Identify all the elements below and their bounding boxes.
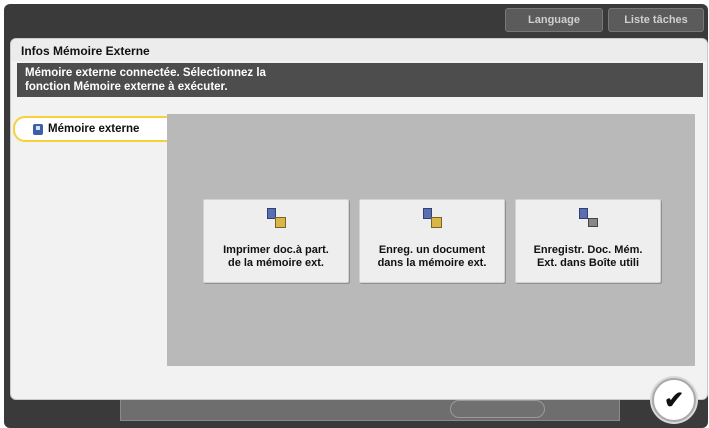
memory-icon — [33, 123, 43, 135]
ok-button[interactable]: ✔ — [652, 378, 696, 422]
external-memory-dialog: Infos Mémoire Externe Mémoire externe co… — [10, 38, 708, 400]
nav-item-external-memory[interactable]: Mémoire externe — [13, 116, 169, 142]
dialog-title: Infos Mémoire Externe — [11, 39, 707, 61]
background-button — [450, 400, 545, 418]
save-to-box-label: Enregistr. Doc. Mém. Ext. dans Boîte uti… — [533, 244, 643, 269]
message-bar: Mémoire externe connectée. Sélectionnez … — [17, 63, 703, 97]
message-line-2: fonction Mémoire externe à exécuter. — [25, 81, 228, 93]
print-from-memory-button[interactable]: Imprimer doc.à part. de la mémoire ext. — [203, 199, 349, 283]
checkmark-icon: ✔ — [663, 386, 685, 414]
print-from-memory-label: Imprimer doc.à part. de la mémoire ext. — [223, 244, 329, 269]
save-to-box-icon — [577, 208, 599, 230]
save-to-box-button[interactable]: Enregistr. Doc. Mém. Ext. dans Boîte uti… — [515, 199, 661, 283]
save-to-memory-icon — [421, 208, 443, 230]
language-button[interactable]: Language — [505, 8, 603, 32]
nav-item-label: Mémoire externe — [48, 123, 140, 135]
save-to-memory-button[interactable]: Enreg. un document dans la mémoire ext. — [359, 199, 505, 283]
save-to-memory-label: Enreg. un document dans la mémoire ext. — [377, 244, 487, 269]
message-line-1: Mémoire externe connectée. Sélectionnez … — [25, 67, 266, 79]
job-list-button[interactable]: Liste tâches — [608, 8, 704, 32]
print-from-memory-icon — [265, 208, 287, 230]
